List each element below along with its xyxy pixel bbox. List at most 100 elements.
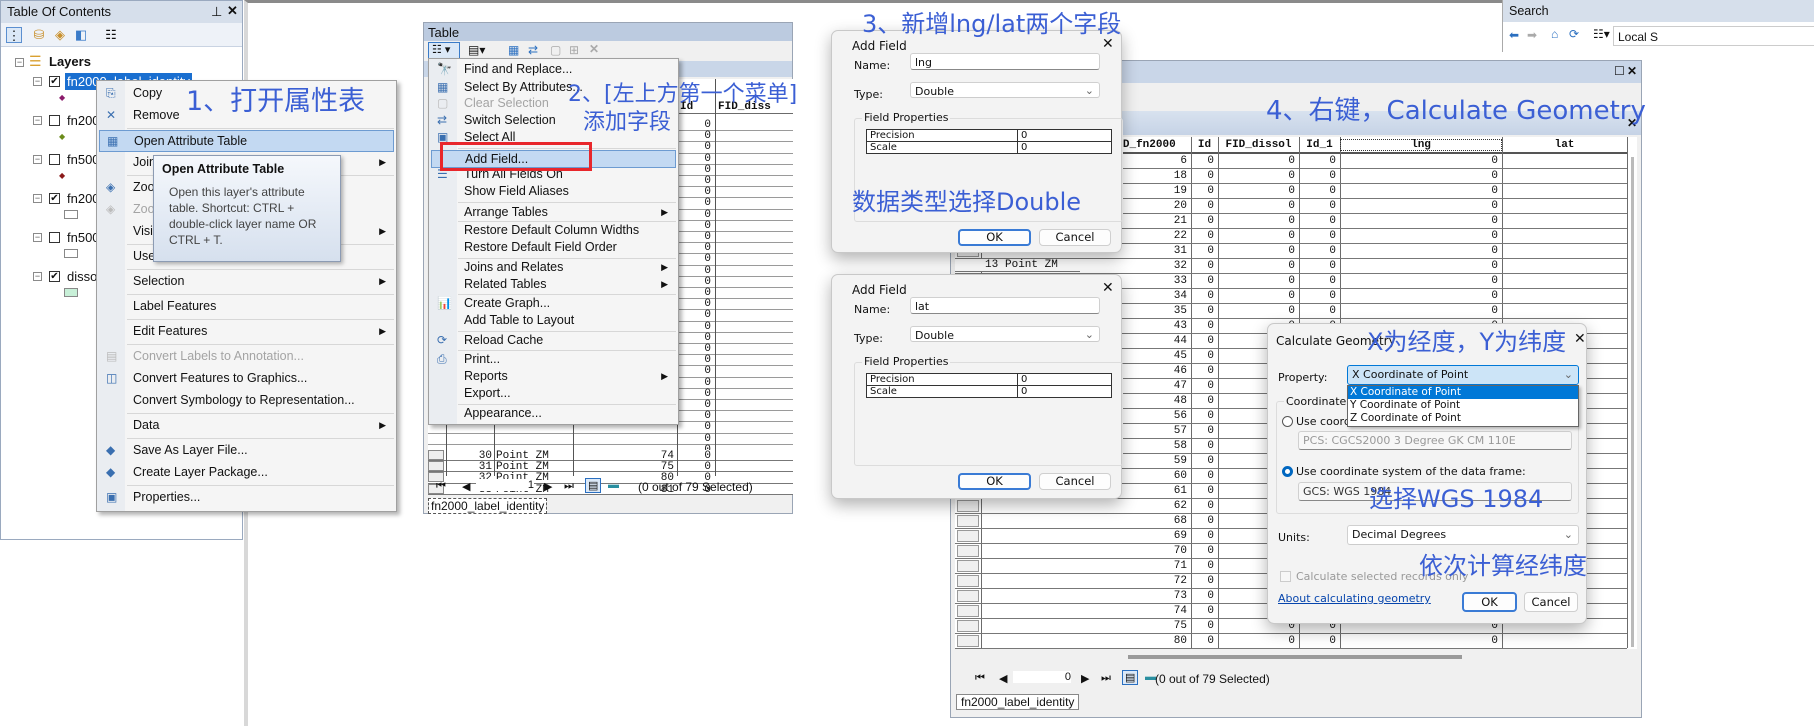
property-value[interactable]: 0 bbox=[1017, 130, 1027, 141]
collapse-icon[interactable]: − bbox=[33, 194, 42, 203]
property-option[interactable]: Z Coordinate of Point bbox=[1348, 412, 1578, 425]
zoom-to-selected-icon[interactable]: ⊞ bbox=[569, 43, 579, 57]
layer-visibility-checkbox[interactable] bbox=[49, 232, 60, 243]
table-row[interactable]: 80 0 0 0 0 bbox=[955, 634, 1627, 649]
menu-item-open-attribute-table[interactable]: ▦ Open Attribute Table bbox=[99, 130, 394, 152]
close-icon[interactable]: ✕ bbox=[1574, 331, 1586, 347]
radio-data-source[interactable] bbox=[1282, 416, 1293, 427]
row-selector[interactable] bbox=[957, 605, 979, 617]
select-by-attributes-icon[interactable]: ▦ bbox=[508, 43, 519, 57]
attribute-table-tab[interactable]: fn2000_label_identity bbox=[956, 694, 1080, 710]
row-selector[interactable] bbox=[957, 530, 979, 542]
field-name-input[interactable]: lng bbox=[910, 53, 1100, 70]
layers-root[interactable]: Layers bbox=[49, 54, 91, 69]
layer-visibility-checkbox[interactable] bbox=[49, 154, 60, 165]
row-selector[interactable] bbox=[957, 635, 979, 647]
clear-selection-icon[interactable]: ▢ bbox=[550, 43, 561, 57]
prev-record-icon[interactable]: ◀ bbox=[999, 672, 1007, 685]
collapse-icon[interactable]: − bbox=[33, 155, 42, 164]
field-name-input[interactable]: lat bbox=[910, 297, 1100, 314]
property-value[interactable]: 0 bbox=[1017, 374, 1027, 385]
property-select[interactable]: X Coordinate of Point ⌄ bbox=[1347, 365, 1579, 385]
last-record-icon[interactable]: ⏭ bbox=[564, 480, 574, 493]
list-by-visibility-icon[interactable]: ◈ bbox=[52, 27, 68, 43]
property-value[interactable]: 0 bbox=[1017, 142, 1027, 153]
next-record-icon[interactable]: ▶ bbox=[544, 480, 552, 493]
row-selector[interactable] bbox=[957, 590, 979, 602]
next-record-icon[interactable]: ▶ bbox=[1081, 672, 1089, 685]
property-option[interactable]: Y Coordinate of Point bbox=[1348, 399, 1578, 412]
menu-item-add-table-to-layout[interactable]: Add Table to Layout bbox=[431, 313, 676, 330]
layer-visibility-checkbox[interactable] bbox=[49, 115, 60, 126]
row-selector[interactable] bbox=[428, 461, 444, 472]
menu-item-properties[interactable]: ▣ Properties... bbox=[99, 487, 394, 509]
last-record-icon[interactable]: ⏭ bbox=[1101, 672, 1111, 685]
layer-name[interactable]: disso bbox=[65, 268, 99, 285]
row-selector[interactable] bbox=[428, 450, 444, 460]
menu-item-appearance[interactable]: Appearance... bbox=[431, 406, 676, 423]
menu-item-reports[interactable]: Reports ▶ bbox=[431, 369, 676, 386]
back-icon[interactable]: ⬅ bbox=[1509, 28, 1519, 42]
search-scope-input[interactable]: Local S bbox=[1613, 26, 1814, 46]
close-icon[interactable]: ✕ bbox=[227, 3, 238, 19]
menu-item-convert-labels-to-annotation[interactable]: ▤ Convert Labels to Annotation... bbox=[99, 346, 394, 368]
vertical-scrollbar[interactable] bbox=[1631, 157, 1634, 647]
help-link[interactable]: About calculating geometry bbox=[1278, 592, 1431, 605]
show-all-records-icon[interactable]: ▤ bbox=[585, 478, 602, 493]
units-select[interactable]: Decimal Degrees ⌄ bbox=[1347, 525, 1579, 545]
menu-item-joins-and-relates[interactable]: Joins and Relates ▶ bbox=[431, 260, 676, 277]
row-selector[interactable] bbox=[957, 515, 979, 527]
row-selector[interactable] bbox=[957, 500, 979, 512]
first-record-icon[interactable]: ⏮ bbox=[975, 672, 985, 685]
maximize-icon[interactable]: ☐ bbox=[1614, 64, 1625, 78]
radio-data-frame[interactable] bbox=[1282, 466, 1293, 477]
column-header-id[interactable]: Id bbox=[1191, 139, 1218, 151]
delete-selected-icon[interactable]: ✕ bbox=[589, 42, 599, 56]
menu-item-convert-symbology-to-representation[interactable]: Convert Symbology to Representation... bbox=[99, 390, 394, 412]
record-number-input[interactable]: 0 bbox=[1013, 671, 1071, 683]
refresh-icon[interactable]: ⟳ bbox=[1569, 27, 1579, 41]
options-icon[interactable]: ☷ bbox=[103, 27, 119, 43]
options-icon[interactable]: ☷▾ bbox=[1593, 27, 1610, 41]
close-icon[interactable]: ✕ bbox=[1627, 64, 1637, 78]
first-record-icon[interactable]: ⏮ bbox=[436, 480, 446, 493]
menu-item-edit-features[interactable]: Edit Features ▶ bbox=[99, 321, 394, 343]
switch-selection-icon[interactable]: ⇄ bbox=[528, 43, 538, 57]
menu-item-convert-features-to-graphics[interactable]: ◫ Convert Features to Graphics... bbox=[99, 368, 394, 390]
column-header-fid-dissol[interactable]: FID_dissol bbox=[1218, 139, 1299, 151]
pin-icon[interactable]: ⊥ bbox=[211, 4, 222, 20]
table-tab[interactable]: fn2000_label_identity bbox=[428, 498, 548, 514]
show-selected-records-icon[interactable]: ▬ bbox=[608, 479, 619, 491]
list-by-selection-icon[interactable]: ◧ bbox=[73, 27, 89, 43]
layer-visibility-checkbox[interactable]: ✔ bbox=[49, 76, 60, 87]
property-row[interactable]: Scale 0 bbox=[866, 385, 1112, 398]
property-option[interactable]: X Coordinate of Point bbox=[1348, 386, 1578, 399]
row-selector[interactable] bbox=[957, 545, 979, 557]
menu-item-print[interactable]: ⎙ Print... bbox=[431, 352, 676, 369]
close-icon[interactable]: ✕ bbox=[1102, 280, 1114, 296]
record-number-input[interactable]: 1 bbox=[476, 479, 534, 491]
field-type-select[interactable]: Double ⌄ bbox=[910, 82, 1100, 98]
layer-visibility-checkbox[interactable]: ✔ bbox=[49, 271, 60, 282]
forward-icon[interactable]: ➡ bbox=[1527, 28, 1537, 42]
menu-item-arrange-tables[interactable]: Arrange Tables ▶ bbox=[431, 204, 676, 222]
related-tables-icon[interactable]: ▤▾ bbox=[468, 43, 485, 57]
cancel-button[interactable]: Cancel bbox=[1039, 229, 1111, 246]
menu-item-create-graph[interactable]: 📊 Create Graph... bbox=[431, 296, 676, 313]
menu-item-show-field-aliases[interactable]: Show Field Aliases bbox=[431, 184, 676, 201]
column-header-lng[interactable]: lng bbox=[1340, 139, 1502, 151]
selected-only-checkbox[interactable] bbox=[1280, 571, 1291, 582]
home-icon[interactable]: ⌂ bbox=[1551, 27, 1558, 41]
menu-item-data[interactable]: Data ▶ bbox=[99, 415, 394, 437]
list-by-source-icon[interactable]: ⛁ bbox=[31, 27, 47, 43]
menu-item-restore-default-field-order[interactable]: Restore Default Field Order bbox=[431, 240, 676, 257]
table-row[interactable]: 31 Point ZM 75 0 bbox=[428, 461, 793, 473]
menu-item-export[interactable]: Export... bbox=[431, 386, 676, 403]
menu-item-create-layer-package[interactable]: ◆ Create Layer Package... bbox=[99, 462, 394, 484]
prev-record-icon[interactable]: ◀ bbox=[462, 480, 470, 493]
list-by-drawing-order-icon[interactable]: ⋮ bbox=[6, 27, 22, 43]
collapse-icon[interactable]: − bbox=[33, 116, 42, 125]
horizontal-scrollbar[interactable] bbox=[1128, 655, 1462, 659]
collapse-icon[interactable]: − bbox=[33, 272, 42, 281]
menu-item-label-features[interactable]: Label Features bbox=[99, 296, 394, 318]
